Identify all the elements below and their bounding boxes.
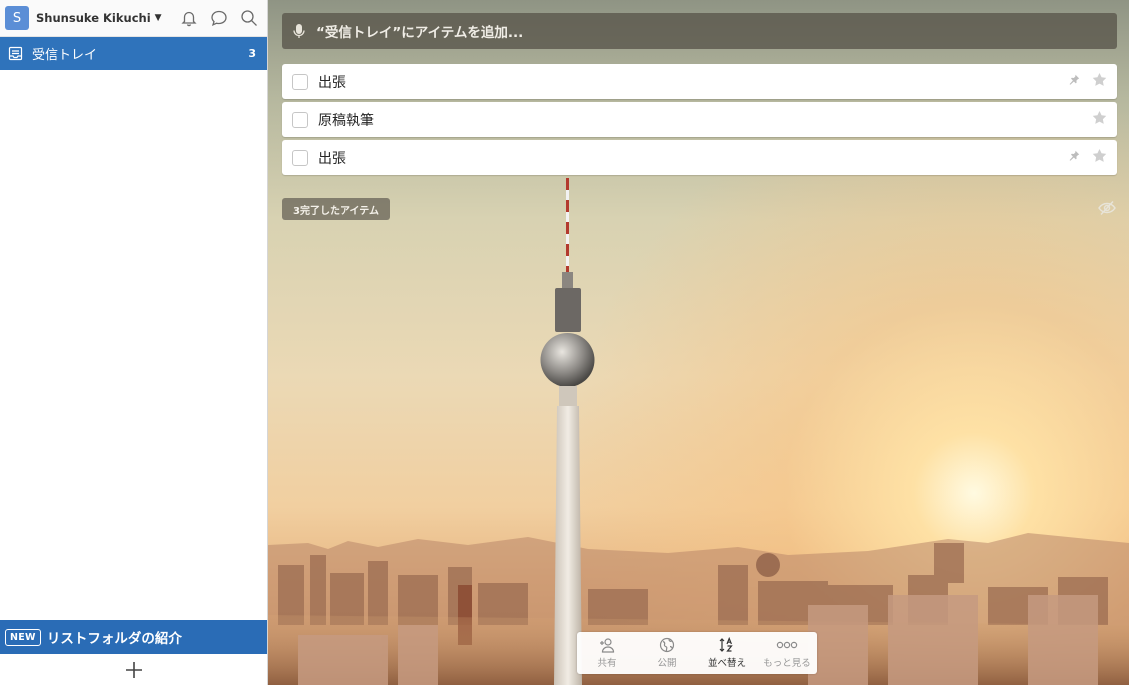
promo-text: リストフォルダの紹介 xyxy=(46,631,182,647)
more-button[interactable]: もっと見る xyxy=(757,632,817,674)
user-name[interactable]: Shunsuke Kikuchi xyxy=(36,11,151,25)
task-icons xyxy=(1069,148,1107,167)
publish-button[interactable]: 公開 xyxy=(637,632,697,674)
task-checkbox[interactable] xyxy=(292,73,308,90)
microphone-icon[interactable] xyxy=(292,23,306,39)
show-completed-button[interactable]: 3完了したアイテム xyxy=(282,198,390,220)
task-row[interactable]: 出張 xyxy=(282,64,1117,99)
sort-az-icon xyxy=(719,637,733,652)
task-checkbox[interactable] xyxy=(292,149,308,166)
sidebar: S Shunsuke Kikuchi ▼ 受信トレイ 3 NEW リストフォルダ… xyxy=(0,0,268,685)
bell-icon[interactable] xyxy=(177,6,201,30)
sidebar-item-count: 3 xyxy=(248,47,256,60)
sidebar-item-label: 受信トレイ xyxy=(32,48,98,63)
add-item-input[interactable]: “受信トレイ”にアイテムを追加... xyxy=(282,13,1117,49)
user-menu-caret-icon[interactable]: ▼ xyxy=(155,13,162,23)
sidebar-item-inbox[interactable]: 受信トレイ 3 xyxy=(0,37,267,70)
pin-icon[interactable] xyxy=(1069,74,1080,89)
list-toolbar: 共有 公開 並べ替え もっと見る xyxy=(577,632,817,674)
chat-bubble-icon[interactable] xyxy=(207,6,231,30)
task-list-area: “受信トレイ”にアイテムを追加... 出張 原稿執筆 出張 3完了したアイテム … xyxy=(268,0,1129,685)
star-icon[interactable] xyxy=(1092,148,1107,167)
task-icons xyxy=(1092,110,1107,129)
task-title[interactable]: 出張 xyxy=(318,148,346,168)
plus-icon xyxy=(125,661,142,678)
top-icons xyxy=(177,6,261,30)
sort-label: 並べ替え xyxy=(707,658,746,669)
add-person-icon xyxy=(600,638,615,653)
task-row[interactable]: 原稿執筆 xyxy=(282,102,1117,137)
add-item-placeholder: “受信トレイ”にアイテムを追加... xyxy=(316,25,524,41)
share-label: 共有 xyxy=(597,658,617,669)
more-label: もっと見る xyxy=(763,658,811,669)
user-bar: S Shunsuke Kikuchi ▼ xyxy=(0,0,267,37)
star-icon[interactable] xyxy=(1092,72,1107,91)
pin-icon[interactable] xyxy=(1069,150,1080,165)
new-badge: NEW xyxy=(5,628,41,646)
task-icons xyxy=(1069,72,1107,91)
star-icon[interactable] xyxy=(1092,110,1107,129)
publish-label: 公開 xyxy=(657,658,677,669)
list-folder-promo[interactable]: NEW リストフォルダの紹介 xyxy=(0,620,267,654)
task-title[interactable]: 原稿執筆 xyxy=(318,110,374,130)
globe-icon xyxy=(659,637,675,653)
add-list-button[interactable] xyxy=(0,654,267,685)
task-title[interactable]: 出張 xyxy=(318,72,346,92)
more-icon xyxy=(776,641,798,649)
task-row[interactable]: 出張 xyxy=(282,140,1117,175)
task-checkbox[interactable] xyxy=(292,111,308,128)
inbox-icon xyxy=(8,46,23,61)
task-list: 出張 原稿執筆 出張 xyxy=(282,64,1117,178)
hide-completed-eye-icon[interactable] xyxy=(1098,200,1116,216)
avatar[interactable]: S xyxy=(5,6,29,30)
share-button[interactable]: 共有 xyxy=(577,632,637,674)
search-icon[interactable] xyxy=(237,6,261,30)
sort-button[interactable]: 並べ替え xyxy=(697,632,757,674)
